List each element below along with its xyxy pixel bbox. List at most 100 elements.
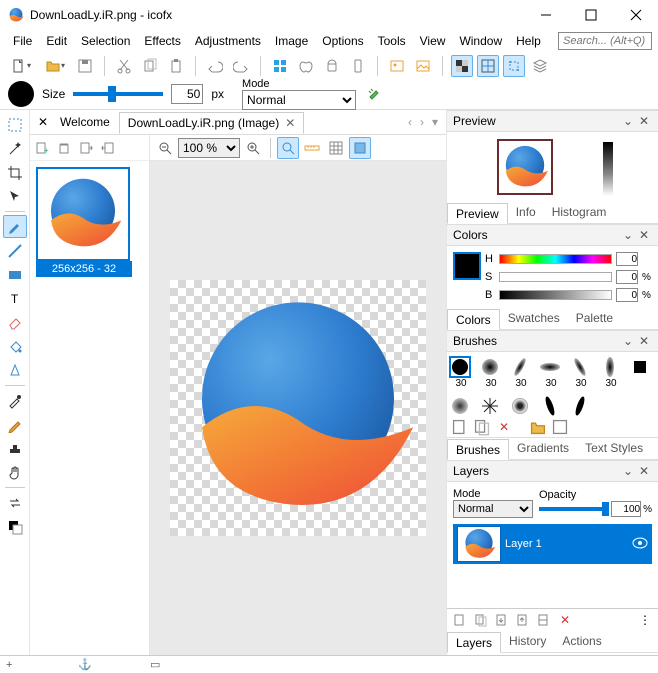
brush-dup[interactable] bbox=[473, 419, 491, 435]
preview-close[interactable]: ✕ bbox=[636, 114, 652, 128]
tab-colors[interactable]: Colors bbox=[447, 309, 500, 330]
opacity-input[interactable] bbox=[611, 501, 641, 517]
brush-del[interactable]: ✕ bbox=[495, 419, 513, 435]
tab-menu[interactable]: ▾ bbox=[428, 115, 442, 129]
brush-preset[interactable]: 30 bbox=[539, 356, 563, 389]
thumbnail-item[interactable]: 256x256 - 32 bbox=[36, 167, 132, 277]
line-tool[interactable] bbox=[3, 239, 27, 262]
tab-next[interactable]: › bbox=[416, 115, 428, 129]
brush-size-input[interactable] bbox=[171, 84, 203, 104]
tab-layers[interactable]: Layers bbox=[447, 632, 501, 653]
layer-dup[interactable] bbox=[472, 612, 490, 628]
eraser-tool[interactable] bbox=[3, 311, 27, 334]
paste-button[interactable] bbox=[165, 55, 187, 77]
brush-preset[interactable]: 30 bbox=[479, 356, 503, 389]
picker-tool[interactable] bbox=[3, 389, 27, 412]
layer-visibility[interactable] bbox=[628, 537, 652, 552]
canvas-ruler[interactable] bbox=[301, 137, 323, 159]
clone-tool[interactable] bbox=[3, 437, 27, 460]
tab-history[interactable]: History bbox=[501, 631, 554, 652]
windows-icon[interactable] bbox=[269, 55, 291, 77]
brushes-collapse[interactable]: ⌄ bbox=[620, 334, 636, 348]
tab-close-icon[interactable]: ✕ bbox=[285, 116, 295, 130]
fg-color[interactable] bbox=[3, 515, 27, 538]
menu-tools[interactable]: Tools bbox=[371, 32, 413, 50]
tab-actions[interactable]: Actions bbox=[554, 631, 609, 652]
layer-item[interactable]: Layer 1 bbox=[453, 524, 652, 564]
sat-slider[interactable] bbox=[499, 272, 612, 282]
thumb-add[interactable]: + bbox=[32, 138, 52, 158]
color-swatch[interactable] bbox=[8, 81, 34, 107]
android-icon[interactable] bbox=[321, 55, 343, 77]
menu-edit[interactable]: Edit bbox=[39, 32, 74, 50]
redo-button[interactable] bbox=[230, 55, 252, 77]
brush-size-slider[interactable] bbox=[73, 92, 163, 96]
zoom-in[interactable] bbox=[242, 137, 264, 159]
brush-preset[interactable] bbox=[509, 395, 533, 417]
tab-active[interactable]: DownLoadLy.iR.png (Image)✕ bbox=[119, 112, 304, 134]
brush-preset[interactable] bbox=[569, 395, 593, 417]
opacity-slider[interactable] bbox=[539, 507, 609, 511]
brush-preset[interactable]: 30 bbox=[599, 356, 623, 389]
hand-tool[interactable] bbox=[3, 461, 27, 484]
menu-help[interactable]: Help bbox=[509, 32, 548, 50]
maximize-button[interactable] bbox=[568, 0, 613, 30]
new-file-button[interactable]: ▾ bbox=[6, 55, 36, 77]
brush-preset[interactable] bbox=[629, 356, 653, 389]
canvas-select[interactable] bbox=[349, 137, 371, 159]
layer-down[interactable] bbox=[493, 612, 511, 628]
copy-button[interactable] bbox=[139, 55, 161, 77]
colors-swatch[interactable] bbox=[453, 252, 481, 280]
apple-icon[interactable] bbox=[295, 55, 317, 77]
crop-tool[interactable] bbox=[3, 161, 27, 184]
tab-textstyles[interactable]: Text Styles bbox=[577, 438, 651, 459]
undo-button[interactable] bbox=[204, 55, 226, 77]
tab-gradients[interactable]: Gradients bbox=[509, 438, 577, 459]
pencil-tool[interactable] bbox=[3, 413, 27, 436]
phone-icon[interactable] bbox=[347, 55, 369, 77]
sharpen-tool[interactable] bbox=[3, 359, 27, 382]
layer-mode-select[interactable]: Normal bbox=[453, 500, 533, 518]
brush-preset[interactable]: 30 bbox=[449, 356, 473, 389]
menu-options[interactable]: Options bbox=[315, 32, 370, 50]
search-input[interactable] bbox=[558, 32, 652, 50]
zoom-out[interactable] bbox=[154, 137, 176, 159]
layer-new[interactable] bbox=[451, 612, 469, 628]
menu-selection[interactable]: Selection bbox=[74, 32, 137, 50]
brush-preset[interactable] bbox=[539, 395, 563, 417]
brush-preset[interactable] bbox=[479, 395, 503, 417]
menu-image[interactable]: Image bbox=[268, 32, 315, 50]
hue-input[interactable] bbox=[616, 252, 638, 266]
brush-tool[interactable] bbox=[3, 215, 27, 238]
minimize-button[interactable] bbox=[523, 0, 568, 30]
swap-colors[interactable] bbox=[3, 491, 27, 514]
marquee-tool[interactable] bbox=[3, 113, 27, 136]
layer-merge[interactable] bbox=[535, 612, 553, 628]
bri-slider[interactable] bbox=[499, 290, 612, 300]
colors-close[interactable]: ✕ bbox=[636, 228, 652, 242]
thumb-import[interactable] bbox=[98, 138, 118, 158]
colors-collapse[interactable]: ⌄ bbox=[620, 228, 636, 242]
thumb-export[interactable] bbox=[76, 138, 96, 158]
brush-open[interactable] bbox=[529, 419, 547, 435]
wand-tool[interactable] bbox=[3, 137, 27, 160]
brush-new[interactable] bbox=[451, 419, 469, 435]
tab-swatches[interactable]: Swatches bbox=[500, 308, 568, 329]
bucket-tool[interactable] bbox=[3, 335, 27, 358]
menu-adjustments[interactable]: Adjustments bbox=[188, 32, 268, 50]
menu-view[interactable]: View bbox=[413, 32, 453, 50]
layer-up[interactable] bbox=[514, 612, 532, 628]
layers-toggle[interactable] bbox=[529, 55, 551, 77]
tab-preview[interactable]: Preview bbox=[447, 203, 508, 224]
grid-toggle[interactable] bbox=[477, 55, 499, 77]
layers-collapse[interactable]: ⌄ bbox=[620, 464, 636, 478]
menu-window[interactable]: Window bbox=[452, 32, 509, 50]
brush-preset[interactable]: 30 bbox=[509, 356, 533, 389]
canvas-zoom-tool[interactable] bbox=[277, 137, 299, 159]
tab-welcome[interactable]: Welcome bbox=[52, 112, 119, 132]
menu-file[interactable]: File bbox=[6, 32, 39, 50]
checker-toggle[interactable] bbox=[451, 55, 473, 77]
tab-histogram[interactable]: Histogram bbox=[544, 202, 615, 223]
tab-palette[interactable]: Palette bbox=[568, 308, 621, 329]
menu-effects[interactable]: Effects bbox=[137, 32, 187, 50]
